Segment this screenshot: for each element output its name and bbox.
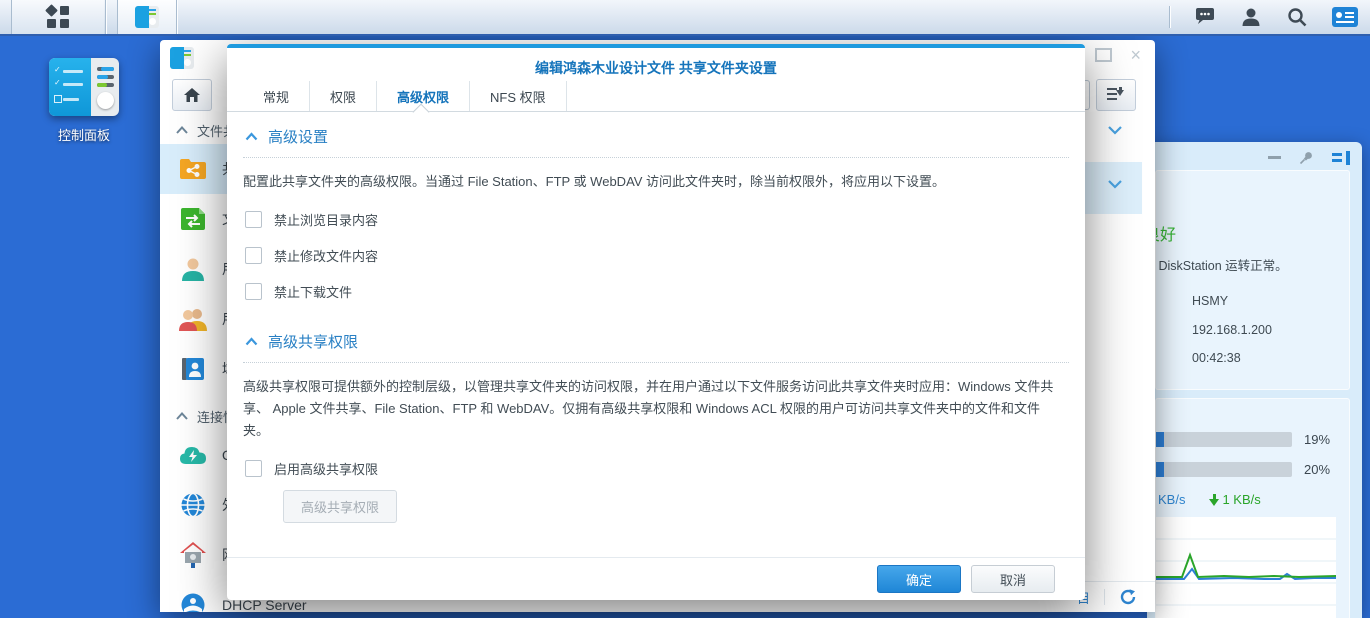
download-speed: 1 KB/s xyxy=(1222,492,1260,507)
dialog-tabs: 常规 权限 高级权限 NFS 权限 xyxy=(227,81,1085,112)
checkbox-enable-advanced-share-permissions[interactable]: 启用高级共享权限 xyxy=(245,459,1069,478)
network-traffic-chart xyxy=(1155,517,1336,618)
network-house-icon xyxy=(178,541,208,569)
tab-permissions[interactable]: 权限 xyxy=(310,81,377,111)
ram-percent: 20% xyxy=(1304,462,1330,477)
ok-button[interactable]: 确定 xyxy=(877,565,961,593)
uptime: 00:42:38 xyxy=(1192,351,1241,365)
widget-panel: 状态良好 您的 DiskStation 运转正常。 HSMY 192.168.1… xyxy=(1147,142,1362,618)
upload-speed: KB/s xyxy=(1158,492,1185,507)
checkbox-label: 禁止下载文件 xyxy=(274,282,352,301)
app-grid-icon xyxy=(46,5,70,29)
domain-ldap-icon xyxy=(178,355,208,383)
sort-icon xyxy=(1107,88,1125,102)
desktop-shortcut-control-panel[interactable]: ✓✓ 控制面板 xyxy=(28,58,140,144)
user-icon xyxy=(1241,7,1261,27)
section-advanced-share-permissions[interactable]: 高级共享权限 xyxy=(245,331,1069,352)
sort-button[interactable] xyxy=(1096,79,1136,111)
chat-bubble-icon xyxy=(1194,7,1216,27)
notifications-button[interactable] xyxy=(1194,6,1216,28)
home-button[interactable] xyxy=(172,79,212,111)
user-menu-button[interactable] xyxy=(1240,6,1262,28)
control-panel-icon: ✓✓ xyxy=(49,58,119,116)
chevron-up-icon xyxy=(245,132,258,141)
advanced-share-permissions-button[interactable]: 高级共享权限 xyxy=(283,490,397,523)
checkbox-disable-browse[interactable]: 禁止浏览目录内容 xyxy=(245,210,1069,229)
ip-address: 192.168.1.200 xyxy=(1192,323,1272,337)
advanced-share-permissions-description: 高级共享权限可提供额外的控制层级，以管理共享文件夹的访问权限，并在用户通过以下文… xyxy=(243,376,1055,442)
file-services-icon xyxy=(178,205,208,233)
desktop: 状态良好 您的 DiskStation 运转正常。 HSMY 192.168.1… xyxy=(0,0,1370,618)
tab-general[interactable]: 常规 xyxy=(243,81,310,111)
checkbox-disable-download[interactable]: 禁止下载文件 xyxy=(245,282,1069,301)
chevron-down-icon[interactable] xyxy=(1108,180,1122,189)
quickconnect-icon xyxy=(178,441,208,469)
section-advanced-settings[interactable]: 高级设置 xyxy=(245,126,1069,147)
checkbox-label: 启用高级共享权限 xyxy=(274,459,378,478)
checkbox[interactable] xyxy=(245,211,262,228)
system-health-widget: 状态良好 您的 DiskStation 运转正常。 HSMY 192.168.1… xyxy=(1155,170,1350,390)
widget-minimize-icon[interactable] xyxy=(1268,156,1281,159)
shortcut-label: 控制面板 xyxy=(58,125,110,144)
main-menu-button[interactable] xyxy=(12,0,104,34)
dotted-divider xyxy=(243,362,1069,363)
chevron-up-icon xyxy=(245,337,258,346)
taskbar xyxy=(0,0,1370,36)
control-panel-icon xyxy=(135,6,159,28)
checkbox-label: 禁止浏览目录内容 xyxy=(274,210,378,229)
dotted-divider xyxy=(243,157,1069,158)
resource-monitor-widget: 19% 20% KB/s 1 KB/s xyxy=(1155,398,1350,618)
refresh-icon[interactable] xyxy=(1119,588,1137,606)
system-health-status: 状态良好 xyxy=(1155,221,1176,245)
tab-nfs-permissions[interactable]: NFS 权限 xyxy=(470,81,567,111)
dialog-title: 编辑鸿森木业设计文件 共享文件夹设置 xyxy=(227,48,1085,78)
shared-folder-settings-dialog: 编辑鸿森木业设计文件 共享文件夹设置 常规 权限 高级权限 NFS 权限 高级设… xyxy=(227,44,1085,600)
search-icon xyxy=(1287,7,1307,27)
close-icon[interactable]: × xyxy=(1130,48,1141,62)
dhcp-server-icon xyxy=(178,591,208,612)
checkbox-disable-modify[interactable]: 禁止修改文件内容 xyxy=(245,246,1069,265)
system-health-text: 您的 DiskStation 运转正常。 xyxy=(1155,255,1288,274)
search-button[interactable] xyxy=(1286,6,1308,28)
dialog-footer: 确定 取消 xyxy=(227,557,1085,600)
home-icon xyxy=(183,87,201,103)
shared-folder-icon xyxy=(178,155,208,183)
cancel-button[interactable]: 取消 xyxy=(971,565,1055,593)
pin-icon[interactable] xyxy=(1299,150,1314,165)
checkbox[interactable] xyxy=(245,283,262,300)
advanced-settings-description: 配置此共享文件夹的高级权限。当通过 File Station、FTP 或 Web… xyxy=(243,171,1069,193)
maximize-icon[interactable] xyxy=(1095,48,1112,62)
chevron-down-icon[interactable] xyxy=(1108,126,1122,135)
user-group-icon xyxy=(178,305,208,333)
download-arrow-icon xyxy=(1209,494,1219,506)
widget-panel-toggle-icon[interactable] xyxy=(1332,151,1350,165)
user-icon xyxy=(178,255,208,283)
checkbox[interactable] xyxy=(245,247,262,264)
dialog-body: 高级设置 配置此共享文件夹的高级权限。当通过 File Station、FTP … xyxy=(243,114,1069,558)
globe-icon xyxy=(178,491,208,519)
taskbar-task-control-panel[interactable] xyxy=(118,0,176,34)
checkbox-label: 禁止修改文件内容 xyxy=(274,246,378,265)
server-name: HSMY xyxy=(1192,294,1228,308)
control-panel-icon xyxy=(170,47,194,69)
chevron-up-icon xyxy=(176,412,188,420)
widgets-panel-button[interactable] xyxy=(1332,7,1358,27)
checkbox[interactable] xyxy=(245,460,262,477)
cpu-percent: 19% xyxy=(1304,432,1330,447)
chevron-up-icon xyxy=(176,126,188,134)
